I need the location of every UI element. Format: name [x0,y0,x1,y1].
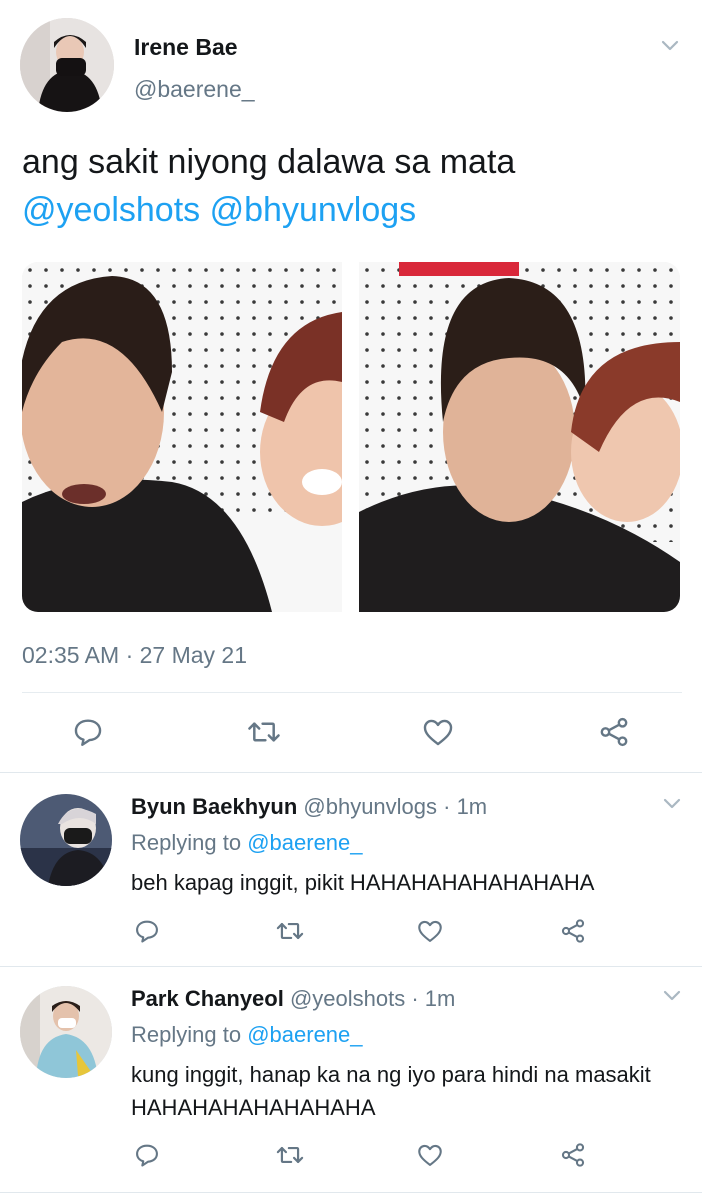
replying-to-mention[interactable]: @baerene_ [247,1022,362,1047]
replying-to-label: Replying to [131,830,242,855]
like-button[interactable] [413,1138,447,1172]
like-button[interactable] [413,914,447,948]
reply-avatar[interactable] [20,986,112,1078]
reply-divider [0,966,702,967]
mention-bhyunvlogs[interactable]: @bhyunvlogs [210,191,417,229]
section-divider [0,772,702,773]
tweet-text-body: ang sakit niyong dalawa sa mata [22,143,516,181]
replying-to-label: Replying to [131,1022,242,1047]
like-icon [418,920,442,942]
retweet-button[interactable] [242,712,286,752]
reply-author-line: Byun Baekhyun @bhyunvlogs · 1m [131,794,487,820]
share-button[interactable] [556,1138,590,1172]
author-handle[interactable]: @baerene_ [134,76,255,103]
share-icon [561,1143,585,1167]
divider [22,692,682,693]
reply-button[interactable] [130,1138,164,1172]
tweet-media[interactable] [22,262,680,612]
retweet-button[interactable] [272,914,308,948]
reply-author-name[interactable]: Park Chanyeol [131,986,284,1011]
reply-action-bar [0,914,702,950]
tweet-photo-2[interactable] [359,262,680,612]
share-icon [600,717,628,747]
chevron-down-icon[interactable] [662,796,682,810]
reply-button[interactable] [68,712,108,752]
reply-replying-to: Replying to @baerene_ [131,830,363,856]
chevron-down-icon[interactable] [662,988,682,1002]
reply-avatar[interactable] [20,794,112,886]
reply-replying-to: Replying to @baerene_ [131,1022,363,1048]
reply-text: kung inggit, hanap ka na ng iyo para hin… [131,1062,651,1120]
tweet-text: ang sakit niyong dalawa sa mata @yeolsho… [22,138,682,234]
reply-icon [136,920,158,943]
tweet-action-bar [0,712,702,756]
reply-icon [74,719,102,746]
reply-item[interactable]: Park Chanyeol @yeolshots · 1m Replying t… [0,986,702,1191]
reply-item[interactable]: Byun Baekhyun @bhyunvlogs · 1m Replying … [0,794,702,964]
reply-button[interactable] [130,914,164,948]
reply-divider [0,1192,702,1193]
reply-author-line: Park Chanyeol @yeolshots · 1m [131,986,455,1012]
tweet-photo-1[interactable] [22,262,342,612]
reply-text: beh kapag inggit, pikit HAHAHAHAHAHAHAHA [131,870,595,895]
chevron-down-icon[interactable] [660,38,680,52]
author-name[interactable]: Irene Bae [134,34,238,61]
reply-icon [136,1144,158,1167]
tweet-detail-page: Irene Bae @baerene_ ang sakit niyong dal… [0,0,702,1200]
reply-handle-time[interactable]: @yeolshots · 1m [290,986,455,1011]
tweet-timestamp[interactable]: 02:35 AM · 27 May 21 [22,642,247,669]
retweet-icon [276,1146,304,1164]
like-icon [423,719,453,746]
retweet-button[interactable] [272,1138,308,1172]
share-button[interactable] [556,914,590,948]
like-icon [418,1144,442,1166]
replying-to-mention[interactable]: @baerene_ [247,830,362,855]
reply-action-bar [0,1138,702,1174]
author-avatar[interactable] [20,18,114,112]
retweet-icon [276,922,304,940]
reply-handle-time[interactable]: @bhyunvlogs · 1m [303,794,487,819]
share-button[interactable] [594,712,634,752]
like-button[interactable] [418,712,458,752]
reply-author-name[interactable]: Byun Baekhyun [131,794,297,819]
mention-yeolshots[interactable]: @yeolshots [22,191,200,229]
share-icon [561,919,585,943]
tweet-header: Irene Bae @baerene_ [20,18,682,112]
retweet-icon [248,722,280,742]
